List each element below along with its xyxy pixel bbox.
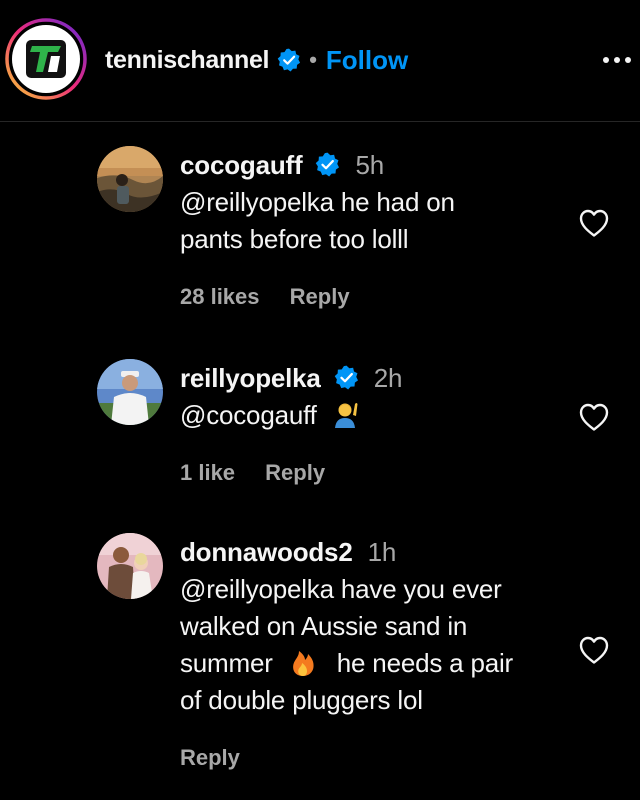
comment-text-line: @cocogauff bbox=[180, 400, 317, 430]
comment-text-line: of double pluggers lol bbox=[180, 685, 423, 715]
donnawoods2-avatar[interactable] bbox=[97, 533, 163, 599]
comment-text-line: walked on Aussie sand in bbox=[180, 611, 468, 641]
comment-text-line: summer bbox=[180, 648, 273, 678]
verified-badge-icon bbox=[334, 365, 358, 390]
likes-count[interactable]: 28 likes bbox=[180, 284, 260, 309]
verified-badge-icon bbox=[316, 152, 340, 177]
person-raising-hand-emoji bbox=[334, 403, 358, 429]
reply-button[interactable]: Reply bbox=[265, 460, 325, 485]
comment-text-line: he needs a pair bbox=[336, 648, 514, 678]
comment-text-line: @reillyopelka he had on bbox=[180, 187, 455, 217]
header-username[interactable]: tennischannel bbox=[105, 46, 270, 75]
header-separator: • bbox=[309, 47, 317, 72]
likes-count[interactable]: 1 like bbox=[180, 460, 235, 485]
comment-timestamp[interactable]: 2h bbox=[374, 363, 403, 393]
follow-button[interactable]: Follow bbox=[326, 45, 408, 76]
comment-text-line: @reillyopelka have you ever bbox=[180, 574, 502, 604]
heart-icon[interactable] bbox=[578, 635, 610, 665]
tennischannel-avatar[interactable] bbox=[5, 18, 87, 100]
fire-emoji bbox=[292, 651, 314, 677]
verified-badge-icon bbox=[277, 48, 301, 72]
heart-icon[interactable] bbox=[578, 402, 610, 432]
comment-timestamp[interactable]: 5h bbox=[356, 150, 385, 180]
reillyopelka-avatar[interactable] bbox=[97, 359, 163, 425]
comment-username[interactable]: donnawoods2 bbox=[180, 537, 353, 567]
reply-button[interactable]: Reply bbox=[180, 745, 240, 770]
comment-username[interactable]: reillyopelka bbox=[180, 363, 321, 393]
comment-username[interactable]: cocogauff bbox=[180, 150, 303, 180]
more-options-icon[interactable] bbox=[597, 48, 637, 72]
header-name-row: tennischannel • Follow bbox=[105, 40, 408, 80]
post-header: tennischannel • Follow bbox=[0, 0, 640, 122]
heart-icon[interactable] bbox=[578, 208, 610, 238]
reply-button[interactable]: Reply bbox=[290, 284, 350, 309]
cocogauff-avatar[interactable] bbox=[97, 146, 163, 212]
comment-text-line: pants before too lolll bbox=[180, 224, 409, 254]
comment-timestamp[interactable]: 1h bbox=[368, 537, 397, 567]
